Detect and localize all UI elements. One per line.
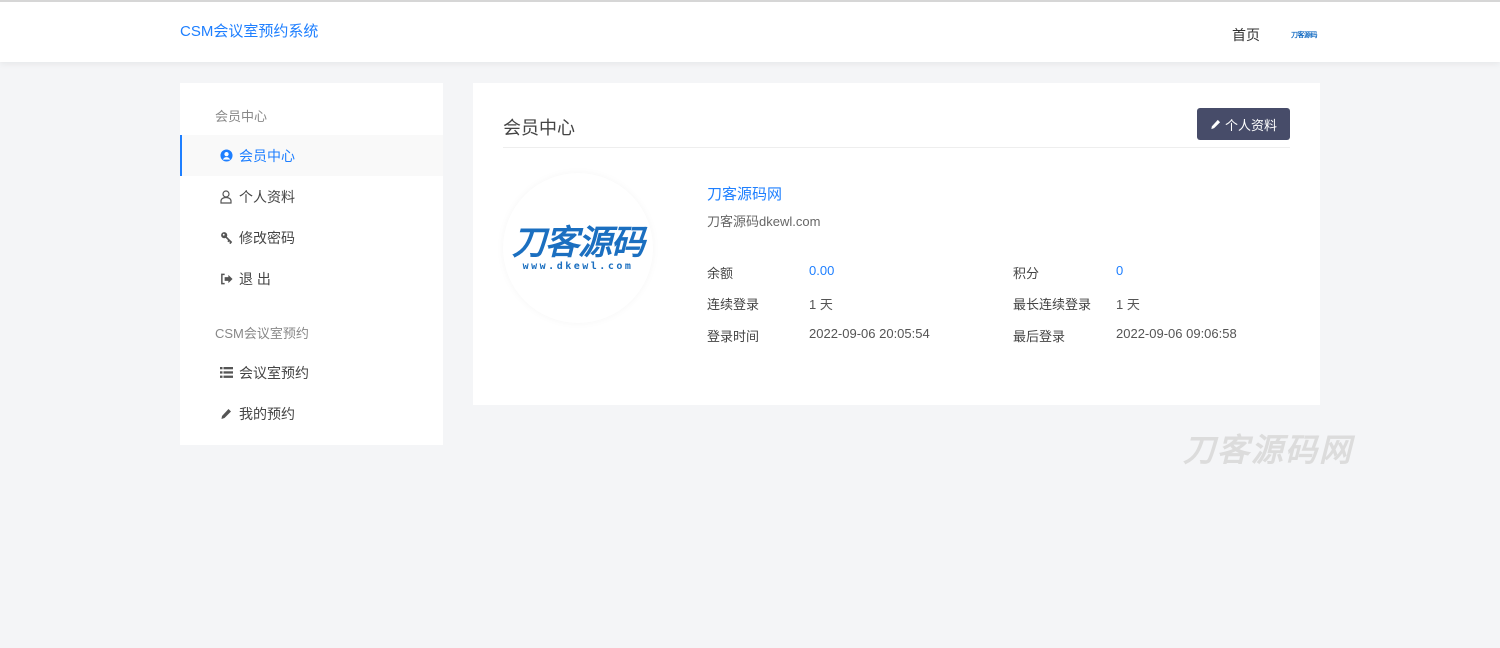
edit-profile-button[interactable]: 个人资料 — [1197, 108, 1290, 140]
user-icon — [219, 190, 233, 204]
sidebar-section-booking: CSM会议室预约 — [215, 323, 309, 342]
sidebar-item-label: 修改密码 — [239, 228, 295, 248]
sidebar-item-profile[interactable]: 个人资料 — [180, 176, 443, 217]
pencil-icon — [1210, 119, 1221, 130]
divider — [503, 147, 1290, 148]
avatar-logo-url: www.dkewl.com — [523, 261, 634, 272]
stat-last-login-value: 2022-09-06 09:06:58 — [1116, 326, 1237, 341]
member-center-panel: 会员中心 个人资料 刀客源码 www.dkewl.com 刀客源码网 刀客源码d… — [473, 83, 1320, 405]
sidebar-item-room-booking[interactable]: 会议室预约 — [180, 352, 443, 393]
user-bio: 刀客源码dkewl.com — [707, 211, 820, 230]
watermark: 刀客源码网 — [1183, 425, 1353, 471]
top-navbar: CSM会议室预约系统 首页 刀客源码 — [0, 0, 1500, 62]
stat-points-value: 0 — [1116, 263, 1123, 278]
sidebar-item-label: 退 出 — [239, 269, 271, 289]
stat-label: 余额 — [707, 263, 733, 282]
stat-label: 最后登录 — [1013, 326, 1065, 345]
avatar: 刀客源码 www.dkewl.com — [503, 173, 653, 323]
sidebar-item-my-bookings[interactable]: 我的预约 — [180, 393, 443, 434]
button-label: 个人资料 — [1225, 115, 1277, 134]
user-circle-icon — [219, 149, 233, 162]
username-link[interactable]: 刀客源码网 — [707, 183, 782, 204]
stat-label: 最长连续登录 — [1013, 294, 1091, 313]
stat-label: 积分 — [1013, 263, 1039, 282]
sidebar-item-label: 我的预约 — [239, 404, 295, 424]
sidebar: 会员中心 会员中心 个人资料 修改密码 退 出 CSM会议室预约 会议室预约 我… — [180, 83, 443, 445]
sign-out-icon — [219, 273, 233, 285]
page-title: 会员中心 — [503, 114, 575, 140]
stat-label: 连续登录 — [707, 294, 759, 313]
stat-consecutive-value: 1 天 — [809, 294, 833, 313]
sidebar-item-label: 会员中心 — [239, 146, 295, 166]
stat-label: 登录时间 — [707, 326, 759, 345]
list-icon — [219, 367, 233, 378]
avatar-logo-text: 刀客源码 — [512, 225, 644, 261]
sidebar-item-change-password[interactable]: 修改密码 — [180, 217, 443, 258]
stat-max-consecutive-value: 1 天 — [1116, 294, 1140, 313]
sidebar-item-label: 个人资料 — [239, 187, 295, 207]
brand-link[interactable]: CSM会议室预约系统 — [180, 20, 318, 41]
sidebar-item-logout[interactable]: 退 出 — [180, 258, 443, 299]
sidebar-section-member: 会员中心 — [215, 106, 267, 125]
user-avatar-logo[interactable]: 刀客源码 — [1291, 30, 1317, 40]
key-icon — [219, 231, 233, 244]
stat-balance-value: 0.00 — [809, 263, 834, 278]
pencil-icon — [219, 408, 233, 420]
stat-login-time-value: 2022-09-06 20:05:54 — [809, 326, 930, 341]
sidebar-item-member-center[interactable]: 会员中心 — [180, 135, 443, 176]
sidebar-item-label: 会议室预约 — [239, 363, 309, 383]
nav-home-link[interactable]: 首页 — [1232, 25, 1260, 45]
